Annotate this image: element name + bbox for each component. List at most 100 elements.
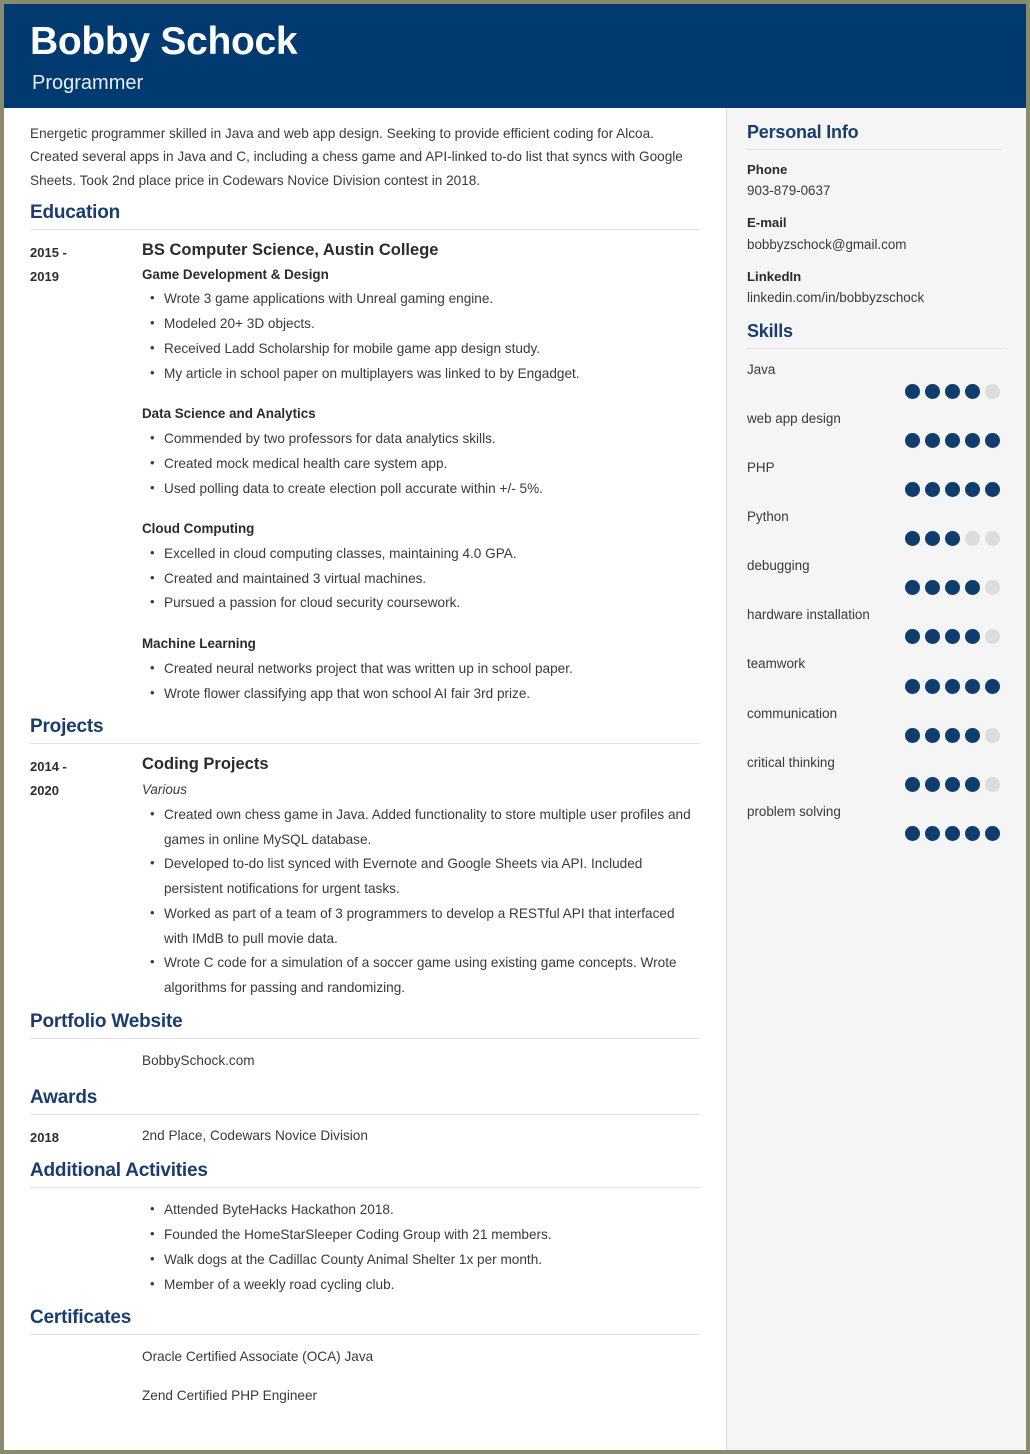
- skill-name: hardware installation: [747, 607, 870, 623]
- projects-bullets: Created own chess game in Java. Added fu…: [142, 802, 700, 1001]
- info-label-linkedin: LinkedIn: [747, 268, 802, 284]
- section-divider: [30, 1334, 700, 1336]
- rating-dot-filled: [905, 629, 920, 645]
- skill-row: critical thinking: [747, 753, 1002, 792]
- skill-row: teamwork: [747, 654, 1002, 694]
- section-title-awards: Awards: [30, 1087, 98, 1109]
- rating-dot-filled: [985, 825, 1000, 841]
- sidebar: Personal Info Phone 903-879-0637 E-mail …: [726, 108, 1026, 1450]
- bullet-item: Commended by two professors for data ana…: [150, 426, 700, 452]
- info-value-linkedin[interactable]: linkedin.com/in/bobbyzschock: [747, 289, 1002, 308]
- sidebar-title-skills: Skills: [747, 320, 793, 341]
- section-awards: Awards 2018 2nd Place, Codewars Novice D…: [30, 1087, 700, 1150]
- sidebar-section-personal-info: Personal Info Phone 903-879-0637 E-mail …: [747, 122, 1002, 308]
- rating-dot-filled: [965, 383, 980, 399]
- skill-rating: [747, 678, 1002, 694]
- rating-dot-filled: [925, 727, 940, 743]
- bullet-item: My article in school paper on multiplaye…: [150, 361, 700, 387]
- portfolio-url[interactable]: BobbySchock.com: [30, 1049, 700, 1073]
- section-activities: Additional Activities Attended ByteHacks…: [30, 1160, 700, 1297]
- section-divider: [30, 743, 700, 745]
- rating-dot-filled: [905, 776, 920, 792]
- projects-heading: Coding Projects: [142, 755, 269, 774]
- skills-list: Java web app design PHP Python debugging hard…: [747, 360, 1002, 841]
- rating-dot-empty: [985, 580, 1000, 596]
- resume-header: Bobby Schock Programmer: [4, 4, 1026, 108]
- info-value-phone[interactable]: 903-879-0637: [747, 182, 1002, 201]
- education-group: Machine Learning Created neural networks…: [142, 635, 700, 706]
- awards-date: 2018: [30, 1130, 59, 1146]
- rating-dot-filled: [945, 825, 960, 841]
- rating-dot-empty: [985, 727, 1000, 743]
- section-title-activities: Additional Activities: [30, 1160, 208, 1182]
- bullet-item: Member of a weekly road cycling club.: [150, 1272, 700, 1298]
- rating-dot-empty: [985, 629, 1000, 645]
- bullet-item: Excelled in cloud computing classes, mai…: [150, 541, 700, 567]
- rating-dot-empty: [985, 531, 1000, 547]
- rating-dot-filled: [945, 727, 960, 743]
- sidebar-divider: [747, 149, 1002, 150]
- skill-name: critical thinking: [747, 754, 835, 770]
- education-group-heading: Game Development & Design: [142, 266, 329, 282]
- resume-page: Bobby Schock Programmer Energetic progra…: [0, 0, 1030, 1454]
- bullet-item: Used polling data to create election pol…: [150, 476, 700, 502]
- rating-dot-filled: [905, 727, 920, 743]
- rating-dot-filled: [905, 383, 920, 399]
- skill-rating: [747, 825, 1002, 841]
- rating-dot-filled: [945, 482, 960, 498]
- main-column: Energetic programmer skilled in Java and…: [4, 108, 726, 1450]
- rating-dot-filled: [905, 482, 920, 498]
- rating-dot-filled: [945, 678, 960, 694]
- skill-name: debugging: [747, 558, 810, 574]
- rating-dot-filled: [945, 629, 960, 645]
- skill-name: web app design: [747, 410, 841, 426]
- education-group: Cloud Computing Excelled in cloud comput…: [142, 520, 700, 616]
- rating-dot-filled: [925, 825, 940, 841]
- rating-dot-filled: [905, 531, 920, 547]
- rating-dot-filled: [925, 580, 940, 596]
- section-divider: [30, 229, 700, 231]
- education-date: 2015 - 2019: [30, 240, 142, 706]
- education-group: Game Development & Design Wrote 3 game a…: [142, 266, 700, 387]
- rating-dot-filled: [925, 482, 940, 498]
- skill-rating: [747, 776, 1002, 792]
- bullet-item: Created own chess game in Java. Added fu…: [150, 802, 700, 852]
- section-divider: [30, 1114, 700, 1116]
- projects-details: Coding Projects Various Created own ches…: [142, 754, 700, 1000]
- rating-dot-filled: [945, 531, 960, 547]
- bullet-item: Pursued a passion for cloud security cou…: [150, 590, 700, 616]
- bullet-item: Modeled 20+ 3D objects.: [150, 311, 700, 337]
- section-title-certificates: Certificates: [30, 1307, 132, 1329]
- rating-dot-filled: [905, 432, 920, 448]
- education-degree: BS Computer Science, Austin College: [142, 241, 439, 260]
- projects-subtitle: Various: [142, 781, 187, 797]
- skill-row: communication: [747, 704, 1002, 743]
- rating-dot-filled: [905, 580, 920, 596]
- rating-dot-empty: [985, 776, 1000, 792]
- info-label-phone: Phone: [747, 162, 788, 177]
- rating-dot-filled: [965, 432, 980, 448]
- rating-dot-filled: [945, 580, 960, 596]
- awards-value: 2nd Place, Codewars Novice Division: [142, 1128, 368, 1144]
- rating-dot-filled: [965, 825, 980, 841]
- education-entry: 2015 - 2019 BS Computer Science, Austin …: [30, 240, 700, 706]
- bullet-item: Created mock medical health care system …: [150, 451, 700, 477]
- rating-dot-filled: [925, 383, 940, 399]
- education-group-bullets: Commended by two professors for data ana…: [142, 426, 700, 502]
- rating-dot-filled: [965, 727, 980, 743]
- bullet-item: Walk dogs at the Cadillac County Animal …: [150, 1247, 700, 1273]
- rating-dot-filled: [965, 629, 980, 645]
- section-certificates: Certificates Oracle Certified Associate …: [30, 1307, 700, 1408]
- education-group: Data Science and Analytics Commended by …: [142, 405, 700, 501]
- education-group-bullets: Excelled in cloud computing classes, mai…: [142, 541, 700, 616]
- rating-dot-filled: [985, 678, 1000, 694]
- skill-row: Python: [747, 507, 1002, 547]
- projects-date-line2: 2020: [30, 783, 59, 799]
- info-label-email: E-mail: [747, 215, 787, 231]
- info-value-email[interactable]: bobbyzschock@gmail.com: [747, 236, 1002, 255]
- rating-dot-empty: [985, 383, 1000, 399]
- bullet-item: Developed to-do list synced with Evernot…: [150, 851, 700, 901]
- rating-dot-filled: [965, 678, 980, 694]
- sidebar-divider: [747, 347, 1002, 349]
- education-details: BS Computer Science, Austin College Game…: [142, 240, 700, 706]
